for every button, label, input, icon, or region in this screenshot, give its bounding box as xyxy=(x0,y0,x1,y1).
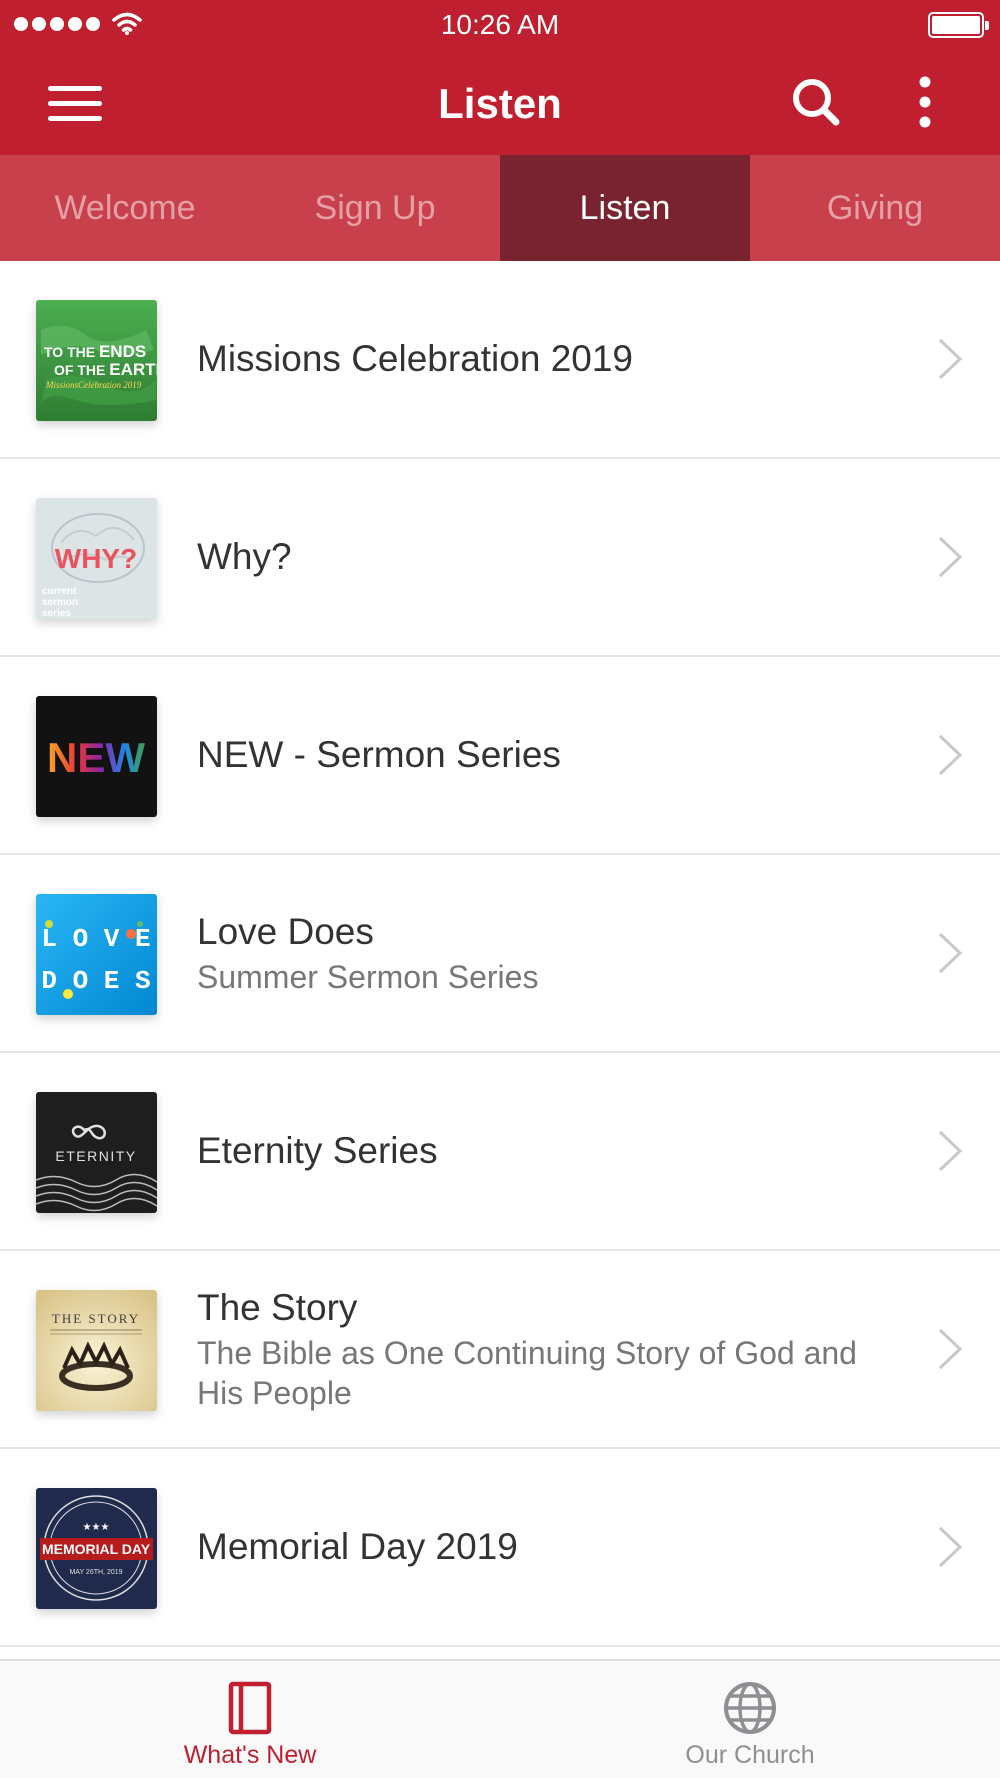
svg-text:MEMORIAL DAY: MEMORIAL DAY xyxy=(42,1541,151,1557)
svg-text:D O E S: D O E S xyxy=(41,966,150,996)
globe-icon xyxy=(724,1682,776,1734)
series-thumbnail: ★★★ MEMORIAL DAY MAY 26TH, 2019 xyxy=(36,1488,157,1609)
status-time: 10:26 AM xyxy=(440,9,560,40)
svg-text:MAY 26TH, 2019: MAY 26TH, 2019 xyxy=(69,1569,122,1576)
battery-icon xyxy=(928,12,989,38)
series-thumbnail: L O V E D O E S xyxy=(36,894,157,1015)
status-bar: 10:26 AM xyxy=(0,0,1000,50)
svg-text:L O V E: L O V E xyxy=(41,924,150,954)
svg-text:sermon: sermon xyxy=(42,597,78,608)
svg-text:OF THE EARTH: OF THE EARTH xyxy=(54,360,157,379)
item-title: Eternity Series xyxy=(197,1130,438,1171)
item-title: Love Does xyxy=(197,911,374,952)
chevron-right-icon xyxy=(938,932,963,974)
tab-listen[interactable]: Listen xyxy=(500,155,750,261)
tabbar-whats-new[interactable]: What's New xyxy=(0,1661,500,1778)
chevron-right-icon xyxy=(938,734,963,776)
chevron-right-icon xyxy=(938,1526,963,1568)
book-icon xyxy=(228,1681,272,1735)
item-title: Missions Celebration 2019 xyxy=(197,338,634,379)
list-item-eternity-series[interactable]: ETERNITY Eternity Series xyxy=(0,1053,1000,1251)
tab-giving[interactable]: Giving xyxy=(750,155,1000,261)
tab-sign-up[interactable]: Sign Up xyxy=(250,155,500,261)
item-title: NEW - Sermon Series xyxy=(197,734,561,775)
svg-text:★★★: ★★★ xyxy=(83,1522,110,1533)
more-options-icon[interactable] xyxy=(908,76,942,128)
segment-tabs: Welcome Sign Up Listen Giving xyxy=(0,155,1000,261)
item-subtitle: Summer Sermon Series xyxy=(197,959,539,995)
chevron-right-icon xyxy=(938,1328,963,1370)
svg-text:WHY?: WHY? xyxy=(55,543,137,574)
chevron-right-icon xyxy=(938,1130,963,1172)
item-title: Why? xyxy=(197,536,292,577)
item-title: The Story xyxy=(197,1287,358,1328)
item-subtitle: The Bible as One Continuing Story of God… xyxy=(197,1335,857,1411)
svg-text:THE STORY: THE STORY xyxy=(52,1311,140,1326)
series-thumbnail: NEW xyxy=(36,696,157,817)
bottom-tab-bar: What's New Our Church xyxy=(0,1659,1000,1778)
svg-text:series: series xyxy=(42,608,71,619)
list-item-why[interactable]: WHY? current sermon series Why? xyxy=(0,459,1000,657)
series-list: TO THE ENDS OF THE EARTH MissionsCelebra… xyxy=(0,261,1000,1647)
svg-text:ETERNITY: ETERNITY xyxy=(55,1148,136,1164)
series-thumbnail: TO THE ENDS OF THE EARTH MissionsCelebra… xyxy=(36,300,157,421)
tabbar-label: What's New xyxy=(183,1741,317,1769)
search-icon[interactable] xyxy=(790,76,842,128)
item-title: Memorial Day 2019 xyxy=(197,1526,518,1567)
svg-text:MissionsCelebration 2019: MissionsCelebration 2019 xyxy=(45,380,142,390)
page-title: Listen xyxy=(438,80,562,127)
series-thumbnail: ETERNITY xyxy=(36,1092,157,1213)
svg-text:TO THE ENDS: TO THE ENDS xyxy=(44,342,146,361)
tab-welcome[interactable]: Welcome xyxy=(0,155,250,261)
series-thumbnail: THE STORY xyxy=(36,1290,157,1411)
series-thumbnail: WHY? current sermon series xyxy=(36,498,157,619)
tabbar-label: Our Church xyxy=(685,1741,815,1769)
tabbar-our-church[interactable]: Our Church xyxy=(500,1661,1000,1778)
svg-text:current: current xyxy=(42,586,77,597)
list-item-new-sermon-series[interactable]: NEW NEW - Sermon Series xyxy=(0,657,1000,855)
list-item-memorial-day[interactable]: ★★★ MEMORIAL DAY MAY 26TH, 2019 Memorial… xyxy=(0,1449,1000,1647)
list-item-love-does[interactable]: L O V E D O E S Love Does Summer Sermon … xyxy=(0,855,1000,1053)
navigation-bar: Listen xyxy=(0,50,1000,155)
list-item-the-story[interactable]: THE STORY The Story The Bible as One Con… xyxy=(0,1251,1000,1449)
svg-text:NEW: NEW xyxy=(47,734,145,781)
chevron-right-icon xyxy=(938,338,963,380)
list-item-missions-celebration[interactable]: TO THE ENDS OF THE EARTH MissionsCelebra… xyxy=(0,261,1000,459)
chevron-right-icon xyxy=(938,536,963,578)
